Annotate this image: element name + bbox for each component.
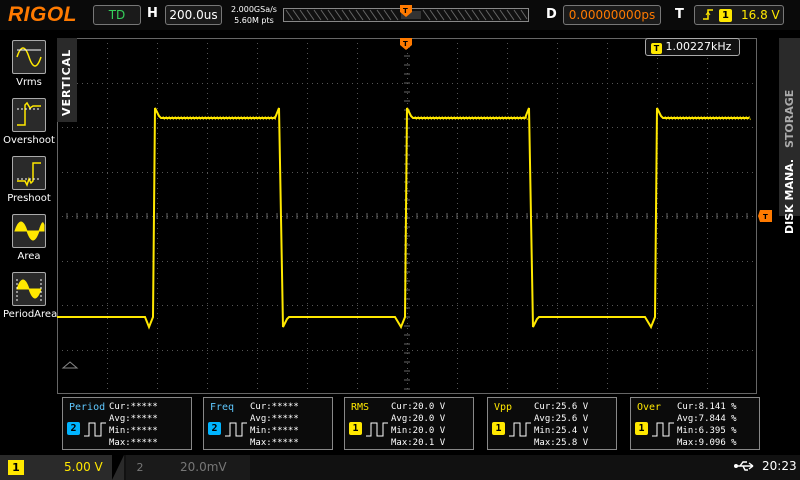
vrms-icon — [12, 40, 46, 74]
ch2-scale: 20.0mV — [180, 460, 227, 474]
overshoot-icon — [12, 98, 46, 132]
ch1-badge: 1 — [8, 460, 24, 475]
ch2-badge: 2 — [136, 461, 144, 474]
measurement-channel-badge: 1 — [635, 422, 648, 435]
measurement-cur: Cur:20.0 V — [391, 402, 446, 412]
meas-item-vrms[interactable]: Vrms — [3, 40, 55, 88]
trigger-position-bar[interactable]: T — [283, 4, 529, 26]
svg-text:T: T — [403, 7, 408, 15]
measurement-type-icon — [652, 422, 674, 437]
measurement-min: Min:25.4 V — [534, 426, 589, 436]
meas-item-preshoot[interactable]: Preshoot — [3, 156, 55, 204]
measurement-box[interactable]: Period 2 Cur:***** Avg:***** Min:***** Max:**… — [62, 397, 192, 450]
measurement-name: Freq — [210, 402, 235, 413]
measurement-avg: Avg:25.6 V — [534, 414, 589, 424]
measurement-avg: Avg:***** — [250, 414, 299, 424]
memory-depth: 5.60M pts — [234, 16, 274, 25]
meas-item-period-area[interactable]: PeriodArea — [3, 272, 58, 320]
disk-manager-label: DISK MANA. — [783, 158, 796, 234]
measurement-channel-badge: 2 — [67, 422, 80, 435]
measurement-values: Cur:20.0 V Avg:20.0 V Min:20.0 V Max:20.1 V — [391, 401, 445, 449]
rising-edge-icon — [701, 6, 715, 29]
measurement-name: RMS — [351, 402, 370, 413]
acquisition-info: 2.000GSa/s 5.60M pts — [228, 4, 280, 26]
measurement-max: Max:***** — [250, 438, 299, 448]
measurement-min: Min:***** — [109, 426, 158, 436]
trigger-delay-value[interactable]: 0.00000000ps — [563, 5, 661, 25]
measurement-name: Vpp — [494, 402, 513, 413]
measurement-type-icon — [366, 422, 388, 437]
trigger-source-badge: 1 — [719, 9, 732, 22]
svg-text:T: T — [763, 213, 768, 221]
measurement-channel-badge: 1 — [349, 422, 362, 435]
ch1-trace — [57, 107, 749, 330]
disk-manager-tab[interactable]: DISK MANA. STORAGE — [779, 38, 800, 234]
meas-item-label: Vrms — [16, 77, 42, 88]
measurement-cur: Cur:25.6 V — [534, 402, 589, 412]
measurement-box[interactable]: RMS 1 Cur:20.0 V Avg:20.0 V Min:20.0 V Max:20… — [344, 397, 474, 450]
vertical-tab-label: VERTICAL — [60, 48, 73, 116]
ch1-scale: 5.00 V — [64, 460, 103, 474]
measurement-type-icon — [84, 422, 106, 437]
meas-item-area[interactable]: Area — [3, 214, 55, 262]
storage-label: STORAGE — [783, 89, 796, 148]
frequency-value: 1.00227kHz — [665, 40, 732, 53]
measurement-values: Cur:***** Avg:***** Min:***** Max:***** — [109, 401, 158, 449]
measurement-values: Cur:8.141 % Avg:7.844 % Min:6.395 % Max:9.0… — [677, 401, 737, 449]
counter-icon: T — [651, 43, 662, 54]
delay-label: D — [546, 7, 557, 22]
measurement-avg: Avg:20.0 V — [391, 414, 446, 424]
trigger-settings[interactable]: 1 16.8 V — [694, 5, 784, 25]
measurement-avg: Avg:***** — [109, 414, 158, 424]
period-area-icon — [12, 272, 46, 306]
ch1-settings[interactable]: 1 5.00 V — [0, 455, 124, 480]
meas-item-label: Overshoot — [3, 135, 55, 146]
measurement-type-icon — [509, 422, 531, 437]
measurement-channel-badge: 2 — [208, 422, 221, 435]
measurement-box[interactable]: Freq 2 Cur:***** Avg:***** Min:***** Max:****… — [203, 397, 333, 450]
frequency-counter: T 1.00227kHz — [645, 38, 740, 56]
preshoot-icon — [12, 156, 46, 190]
meas-item-overshoot[interactable]: Overshoot — [3, 98, 55, 146]
trigger-label: T — [675, 7, 684, 22]
measurement-cur: Cur:***** — [109, 402, 158, 412]
measurement-box[interactable]: Vpp 1 Cur:25.6 V Avg:25.6 V Min:25.4 V Max:25… — [487, 397, 617, 450]
area-icon — [12, 214, 46, 248]
measurement-values: Cur:25.6 V Avg:25.6 V Min:25.4 V Max:25.8 V — [534, 401, 588, 449]
measurement-avg: Avg:7.844 % — [677, 414, 737, 424]
svg-text:T: T — [403, 40, 408, 48]
sample-rate: 2.000GSa/s — [231, 5, 277, 14]
ch1-offset-marker-icon — [61, 361, 79, 369]
measurement-box[interactable]: Over 1 Cur:8.141 % Avg:7.844 % Min:6.395 % Ma… — [630, 397, 760, 450]
ch2-settings[interactable]: 2 20.0mV — [126, 455, 250, 480]
run-status-indicator[interactable]: TD — [93, 5, 141, 25]
measurement-min: Min:20.0 V — [391, 426, 446, 436]
clock: 20:23 — [762, 459, 797, 473]
measurement-cur: Cur:8.141 % — [677, 402, 737, 412]
trigger-level-marker[interactable]: T — [758, 210, 772, 222]
horizontal-label: H — [147, 6, 158, 21]
meas-item-label: Area — [17, 251, 41, 262]
timebase-value[interactable]: 200.0us — [165, 5, 222, 25]
measurement-min: Min:***** — [250, 426, 299, 436]
usb-icon — [734, 461, 754, 471]
meas-item-label: Preshoot — [7, 193, 51, 204]
measurement-max: Max:9.096 % — [677, 438, 737, 448]
measurement-name: Period — [69, 402, 106, 413]
measurement-max: Max:25.8 V — [534, 438, 589, 448]
measurement-values: Cur:***** Avg:***** Min:***** Max:***** — [250, 401, 299, 449]
measurement-channel-badge: 1 — [492, 422, 505, 435]
measurement-name: Over — [637, 402, 662, 413]
vertical-tab[interactable]: VERTICAL — [57, 38, 77, 122]
measurement-type-icon — [225, 422, 247, 437]
measurement-cur: Cur:***** — [250, 402, 299, 412]
measurement-min: Min:6.395 % — [677, 426, 737, 436]
measurement-max: Max:***** — [109, 438, 158, 448]
trigger-position-marker[interactable]: T — [400, 38, 412, 50]
meas-item-label: PeriodArea — [3, 309, 58, 320]
trigger-level-value: 16.8 V — [741, 8, 780, 22]
measurement-max: Max:20.1 V — [391, 438, 446, 448]
brand-logo: RIGOL — [8, 3, 77, 26]
waveform-display[interactable]: T — [57, 38, 757, 394]
